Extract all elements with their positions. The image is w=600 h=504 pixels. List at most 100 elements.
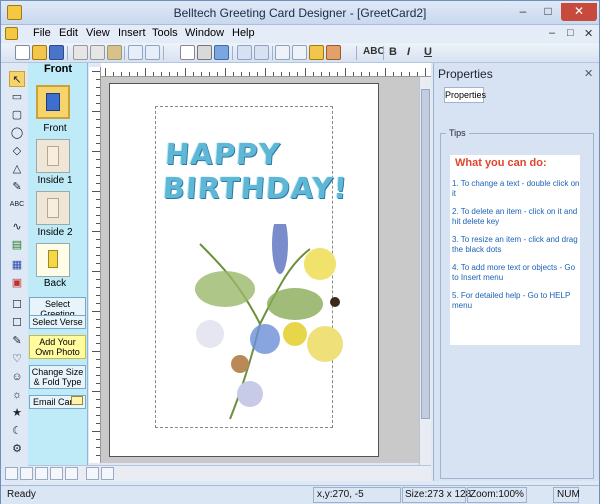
arrange-icon[interactable] xyxy=(101,467,114,480)
leaf-shape xyxy=(195,271,255,307)
mdi-close-button[interactable]: ✕ xyxy=(584,27,593,40)
vertical-scrollbar[interactable] xyxy=(419,77,431,465)
sun-shape-icon[interactable]: ☼ xyxy=(9,387,25,403)
pen-tool-icon[interactable]: ✎ xyxy=(9,333,25,349)
ruler-tick xyxy=(417,72,418,76)
gear-shape-icon[interactable]: ⚙ xyxy=(9,441,25,457)
maximize-button[interactable]: □ xyxy=(536,3,560,21)
menu-file[interactable]: File xyxy=(33,27,51,39)
moon-shape-icon[interactable]: ☾ xyxy=(9,423,25,439)
text-tool-icon[interactable]: ABC xyxy=(9,197,25,213)
align-icon[interactable] xyxy=(65,467,78,480)
frame-tool-icon[interactable]: ▣ xyxy=(9,275,25,291)
copy-icon[interactable] xyxy=(90,45,105,60)
open-icon[interactable] xyxy=(32,45,47,60)
page-thumb-inside-1[interactable] xyxy=(36,139,70,173)
ruler-tick xyxy=(96,247,100,248)
spell-check-button[interactable]: ABC xyxy=(363,46,385,57)
print-preview-icon[interactable] xyxy=(180,45,195,60)
smiley-shape-icon[interactable]: ☺ xyxy=(9,369,25,385)
send-back-icon[interactable] xyxy=(50,467,63,480)
undo-icon[interactable] xyxy=(128,45,143,60)
lock-icon[interactable] xyxy=(5,467,18,480)
zoom-out-icon[interactable] xyxy=(292,45,307,60)
mdi-minimize-button[interactable]: – xyxy=(549,27,555,39)
bold-button[interactable]: B xyxy=(389,46,397,58)
group-icon[interactable] xyxy=(237,45,252,60)
menu-tools[interactable]: Tools xyxy=(152,27,178,39)
ellipse-tool-icon[interactable]: ◯ xyxy=(9,125,25,141)
ungroup-icon[interactable] xyxy=(254,45,269,60)
banner-tool-icon[interactable]: ☐ xyxy=(9,315,25,331)
rectangle-tool-icon[interactable]: ▭ xyxy=(9,89,25,105)
add-photo-button[interactable]: Add Your Own Photo xyxy=(29,335,86,359)
zoom-in-icon[interactable] xyxy=(275,45,290,60)
envelope-icon xyxy=(71,396,83,405)
ruler-tick xyxy=(96,295,100,296)
flower-bouquet-image[interactable] xyxy=(170,224,350,424)
blue-flower-shape xyxy=(250,324,280,354)
email-card-button[interactable]: Email Card xyxy=(29,395,86,409)
menu-view[interactable]: View xyxy=(86,27,110,39)
daffodil-shape xyxy=(283,322,307,346)
select-verse-button[interactable]: Select Verse xyxy=(29,315,86,329)
greeting-text[interactable]: HAPPY BIRTHDAY! xyxy=(162,137,363,205)
page-thumb-image xyxy=(46,93,60,111)
ruler-tick xyxy=(297,72,298,76)
ruler-tick xyxy=(96,135,100,136)
cut-icon[interactable] xyxy=(73,45,88,60)
tab-properties[interactable]: Properties xyxy=(444,87,486,103)
ruler-tick xyxy=(96,239,100,240)
image-tool-icon[interactable]: ▤ xyxy=(9,237,25,253)
vertical-scroll-thumb[interactable] xyxy=(421,89,430,419)
page-thumb-inside-2[interactable] xyxy=(36,191,70,225)
picture-icon[interactable] xyxy=(326,45,341,60)
grid-icon[interactable] xyxy=(309,45,324,60)
ruler-tick xyxy=(96,303,100,304)
mdi-restore-button[interactable]: □ xyxy=(567,27,574,39)
rounded-rect-tool-icon[interactable]: ▢ xyxy=(9,107,25,123)
freehand-tool-icon[interactable]: ✎ xyxy=(9,179,25,195)
change-size-button[interactable]: Change Size & Fold Type xyxy=(29,365,86,389)
status-zoom: Zoom:100% xyxy=(470,489,524,500)
page-thumb-back[interactable] xyxy=(36,243,70,277)
duplicate-icon[interactable] xyxy=(86,467,99,480)
heart-shape-icon[interactable]: ♡ xyxy=(9,351,25,367)
menu-insert[interactable]: Insert xyxy=(118,27,146,39)
bring-front-icon[interactable] xyxy=(35,467,48,480)
ruler-tick xyxy=(96,175,100,176)
ruler-tick xyxy=(121,72,122,76)
menu-edit[interactable]: Edit xyxy=(59,27,78,39)
star-shape-icon[interactable]: ★ xyxy=(9,405,25,421)
unlock-icon[interactable] xyxy=(20,467,33,480)
email-icon[interactable] xyxy=(214,45,229,60)
redo-icon[interactable] xyxy=(145,45,160,60)
tip-item: 3. To resize an item - click and drag th… xyxy=(452,235,578,254)
ruler-tick xyxy=(105,68,106,76)
callout-tool-icon[interactable]: ☐ xyxy=(9,297,25,313)
page-thumb-image xyxy=(48,250,58,268)
page-thumb-front[interactable] xyxy=(36,85,70,119)
status-size: Size:273 x 128 xyxy=(405,489,472,500)
page-panel-header: Front xyxy=(43,63,73,75)
design-canvas[interactable]: HAPPY BIRTHDAY! xyxy=(101,77,419,463)
print-icon[interactable] xyxy=(197,45,212,60)
diamond-tool-icon[interactable]: ◇ xyxy=(9,143,25,159)
properties-close-icon[interactable]: ✕ xyxy=(584,67,593,80)
menu-window[interactable]: Window xyxy=(185,27,224,39)
close-button[interactable]: ✕ xyxy=(561,3,597,21)
ruler-tick xyxy=(217,72,218,76)
underline-button[interactable]: U xyxy=(424,46,432,58)
clipart-tool-icon[interactable]: ▦ xyxy=(9,257,25,273)
curve-tool-icon[interactable]: ∿ xyxy=(9,219,25,235)
pointer-tool-icon[interactable]: ↖ xyxy=(9,71,25,87)
italic-button[interactable]: I xyxy=(407,46,410,58)
minimize-button[interactable]: – xyxy=(511,3,535,21)
new-icon[interactable] xyxy=(15,45,30,60)
ruler-tick xyxy=(321,72,322,76)
card-page[interactable]: HAPPY BIRTHDAY! xyxy=(109,83,379,457)
paste-icon[interactable] xyxy=(107,45,122,60)
triangle-tool-icon[interactable]: △ xyxy=(9,161,25,177)
menu-help[interactable]: Help xyxy=(232,27,255,39)
save-icon[interactable] xyxy=(49,45,64,60)
